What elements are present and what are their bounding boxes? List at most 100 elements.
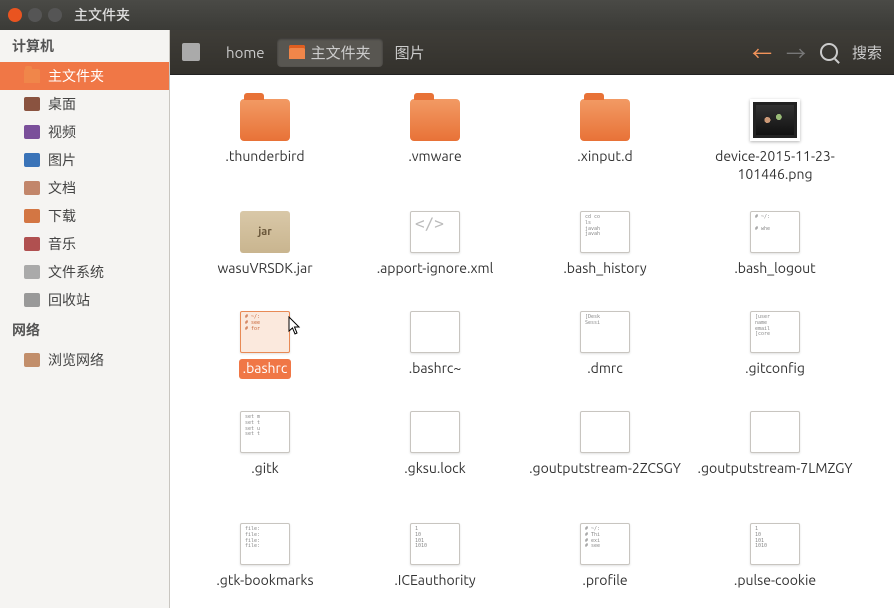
text-file-icon: # ~/: # whe	[750, 211, 800, 253]
folder-icon	[580, 99, 630, 141]
file-item[interactable]: # ~/: # see # for .bashrc	[180, 307, 350, 407]
file-label: wasuVRSDK.jar	[213, 259, 316, 279]
sidebar-item-2[interactable]: 视频	[0, 118, 169, 146]
sidebar-item-3[interactable]: 图片	[0, 146, 169, 174]
folder-icon	[410, 99, 460, 141]
file-item[interactable]: file: file: file: file:.gtk-bookmarks	[180, 519, 350, 608]
close-icon[interactable]	[8, 8, 22, 22]
sidebar-item-0[interactable]: 浏览网络	[0, 346, 169, 374]
sidebar-item-8[interactable]: 回收站	[0, 286, 169, 314]
sidebar-group-network: 网络	[0, 314, 169, 346]
folder-icon	[240, 99, 290, 141]
search-icon[interactable]	[820, 43, 838, 61]
text-file-icon	[410, 311, 460, 353]
sidebar-item-label: 主文件夹	[48, 66, 104, 86]
sidebar-item-4[interactable]: 文档	[0, 174, 169, 202]
file-item[interactable]: .xinput.d	[520, 95, 690, 195]
file-item[interactable]: .bashrc~	[350, 307, 520, 407]
file-label: .gksu.lock	[400, 459, 469, 479]
breadcrumb-next[interactable]: 图片	[383, 38, 437, 67]
sidebar-item-label: 文件系统	[48, 262, 104, 282]
sidebar-item-7[interactable]: 文件系统	[0, 258, 169, 286]
text-file-icon: # ~/: # see # for	[240, 311, 290, 353]
file-item[interactable]: jar wasuVRSDK.jar	[180, 207, 350, 307]
text-file-icon: # ~/: # Thi # exi # see	[580, 523, 630, 565]
ico-folder-icon	[24, 69, 40, 83]
text-file-icon	[750, 411, 800, 453]
ico-music-icon	[24, 237, 40, 251]
file-label: .xinput.d	[573, 147, 636, 167]
ico-doc-icon	[24, 181, 40, 195]
sidebar-item-6[interactable]: 音乐	[0, 230, 169, 258]
file-label: .vmware	[404, 147, 465, 167]
file-item[interactable]: device-2015-11-23-101446.png	[690, 95, 860, 207]
file-label: .bashrc~	[405, 359, 466, 379]
sidebar-item-label: 视频	[48, 122, 76, 142]
file-item[interactable]: </> .apport-ignore.xml	[350, 207, 520, 307]
file-label: device-2015-11-23-101446.png	[690, 147, 860, 184]
device-icon[interactable]	[182, 43, 200, 61]
file-item[interactable]: [Desk Sessi .dmrc	[520, 307, 690, 407]
file-item[interactable]: .vmware	[350, 95, 520, 195]
file-label: .pulse-cookie	[730, 571, 820, 591]
home-folder-icon	[289, 45, 305, 59]
text-file-icon: set m set t set u set t	[240, 411, 290, 453]
file-item[interactable]: .goutputstream-2ZCSGY	[520, 407, 690, 519]
text-file-icon: 1 10 101 1010	[410, 523, 460, 565]
sidebar: 计算机 主文件夹桌面视频图片文档下载音乐文件系统回收站 网络 浏览网络	[0, 30, 170, 608]
sidebar-item-label: 图片	[48, 150, 76, 170]
file-item[interactable]: # ~/: # whe .bash_logout	[690, 207, 860, 307]
sidebar-item-5[interactable]: 下载	[0, 202, 169, 230]
ico-desk-icon	[24, 97, 40, 111]
file-label: .ICEauthority	[390, 571, 479, 591]
ico-dl-icon	[24, 209, 40, 223]
breadcrumb-home[interactable]: home	[214, 40, 277, 65]
file-label: .bash_history	[559, 259, 650, 279]
ico-disk-icon	[24, 265, 40, 279]
file-label: .apport-ignore.xml	[373, 259, 498, 279]
sidebar-item-1[interactable]: 桌面	[0, 90, 169, 118]
file-label: .gtk-bookmarks	[212, 571, 317, 591]
breadcrumb-current-label: 主文件夹	[311, 42, 371, 63]
text-file-icon: [Desk Sessi	[580, 311, 630, 353]
sidebar-item-label: 文档	[48, 178, 76, 198]
ico-vid-icon	[24, 125, 40, 139]
ico-net-icon	[24, 353, 40, 367]
toolbar: home 主文件夹 图片 ← → 搜索	[170, 30, 894, 75]
file-item[interactable]: .goutputstream-7LMZGY	[690, 407, 860, 519]
file-label: .bashrc	[239, 359, 292, 379]
file-item[interactable]: [user name email [core.gitconfig	[690, 307, 860, 407]
file-item[interactable]: 1 10 101 1010.pulse-cookie	[690, 519, 860, 608]
file-item[interactable]: cd co ls javah javah .bash_history	[520, 207, 690, 307]
window-title: 主文件夹	[74, 5, 130, 25]
nav-forward-icon[interactable]: →	[786, 38, 806, 67]
file-item[interactable]: # ~/: # Thi # exi # see .profile	[520, 519, 690, 608]
minimize-icon[interactable]	[28, 8, 42, 22]
file-label: .gitconfig	[741, 359, 809, 379]
titlebar: 主文件夹	[0, 0, 894, 30]
file-label: .dmrc	[583, 359, 626, 379]
sidebar-item-label: 音乐	[48, 234, 76, 254]
breadcrumb-current[interactable]: 主文件夹	[277, 38, 383, 67]
sidebar-item-0[interactable]: 主文件夹	[0, 62, 169, 90]
file-item[interactable]: set m set t set u set t .gitk	[180, 407, 350, 507]
jar-icon: jar	[240, 211, 290, 253]
sidebar-group-computer: 计算机	[0, 30, 169, 62]
file-item[interactable]: .thunderbird	[180, 95, 350, 195]
xml-icon: </>	[410, 211, 460, 253]
ico-trash-icon	[24, 293, 40, 307]
file-item[interactable]: .gksu.lock	[350, 407, 520, 507]
file-label: .gitk	[247, 459, 282, 479]
text-file-icon	[580, 411, 630, 453]
text-file-icon: cd co ls javah javah	[580, 211, 630, 253]
maximize-icon[interactable]	[48, 8, 62, 22]
text-file-icon	[410, 411, 460, 453]
nav-back-icon[interactable]: ←	[752, 38, 772, 67]
file-pane[interactable]: .thunderbird .vmware .xinput.d device-2015-…	[170, 75, 894, 608]
search-label[interactable]: 搜索	[852, 42, 882, 63]
file-label: .bash_logout	[730, 259, 819, 279]
window-buttons	[8, 8, 62, 22]
file-label: .goutputstream-7LMZGY	[694, 459, 857, 479]
file-item[interactable]: 1 10 101 1010 .ICEauthority	[350, 519, 520, 608]
file-label: .profile	[578, 571, 631, 591]
